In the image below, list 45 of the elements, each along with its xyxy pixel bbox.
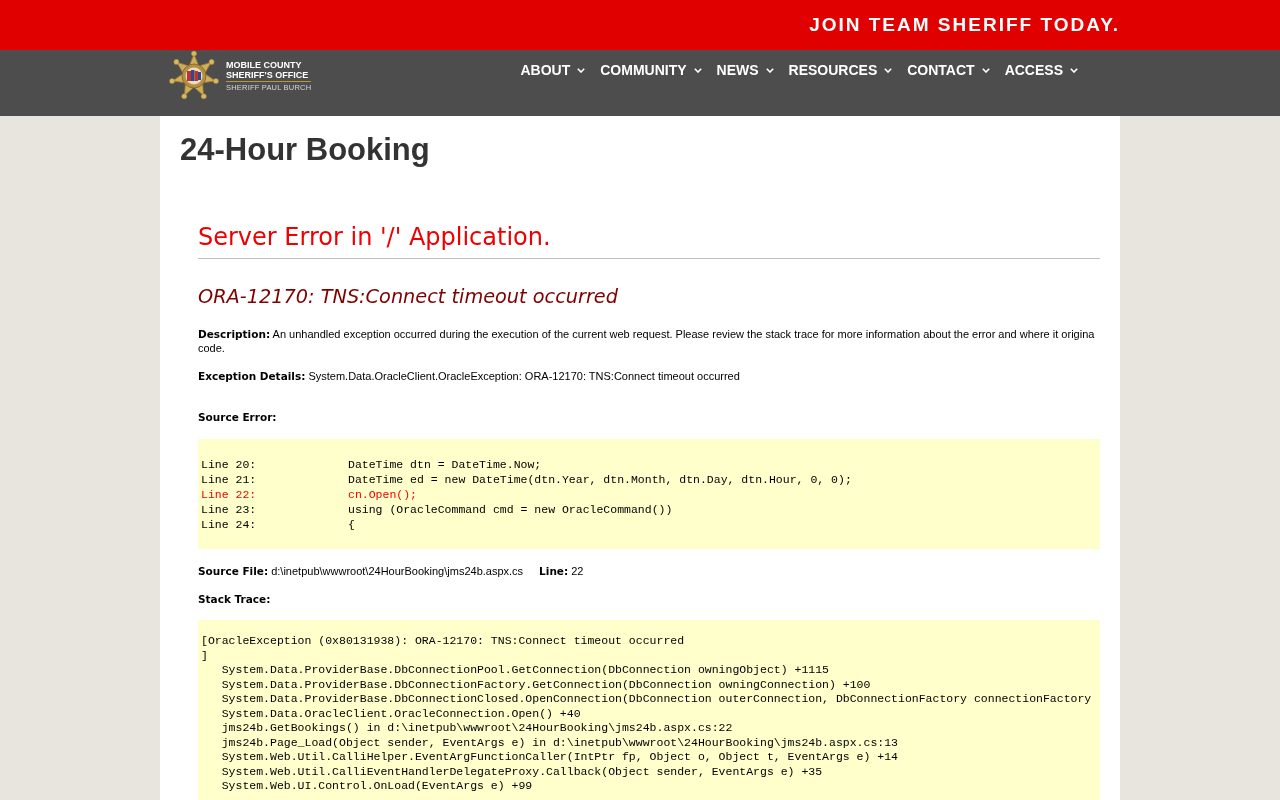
join-team-link[interactable]: JOIN TEAM SHERIFF TODAY. (809, 13, 1120, 37)
line-number: Line 23: (201, 502, 258, 517)
nav-link[interactable]: CONTACT (907, 61, 990, 79)
stack-trace-line: System.Data.OracleClient.OracleConnection.Open() +40 (220, 706, 582, 721)
source-file-path: Source File: d:\inetpub\wwwroot\24HourBooking\jms24b.aspx.cs (198, 564, 524, 578)
chevron-down-icon (693, 67, 702, 73)
chevron-down-icon (1070, 67, 1078, 73)
line-number: Line 24: (201, 517, 258, 532)
stack-trace-line: System.Web.Util.CalliEventHandlerDelegateProxy.Callback(Object sender, EventArgs e) +35 (220, 764, 824, 779)
stack-trace-line: jms24b.GetBookings() in d:\inetpub\wwwroot\24HourBooking\jms24b.aspx.cs:22 (220, 721, 734, 736)
code-line: using (OracleCommand cmd = new OracleCommand()) (348, 502, 673, 517)
section-label: Stack Trace: (198, 592, 272, 606)
exception-details: Exception Details: System.Data.OracleClient.OracleException: ORA-12170: TNS:Connect timeout occurred (198, 369, 741, 383)
nav-link[interactable]: NEWS (716, 61, 774, 79)
star-badge-icon (168, 50, 220, 102)
stack-trace-line: System.Data.ProviderBase.DbConnectionPool.GetConnection(DbConnection owningObject) +1115 (220, 663, 830, 678)
stack-trace-line: [OracleException (0x80131938): ORA-12170: TNS:Connect timeout occurred (201, 634, 686, 649)
nav-link[interactable]: RESOURCES (788, 61, 893, 79)
chevron-down-icon (884, 67, 893, 73)
stack-trace-line: jms24b.Page_Load(Object sender, EventArgs e) in d:\inetpub\wwwroot\24HourBooking\jms24b.aspx.cs:13 (220, 735, 899, 750)
source-line-number: Line: 22 (539, 564, 584, 578)
code-line: { (348, 517, 355, 532)
stack-trace-line: System.Web.Util.CalliHelper.EventArgFunctionCaller(IntPtr fp, Object o, Object t, EventArgs e) +14 (220, 750, 899, 765)
stack-trace-line: ] (201, 648, 209, 663)
nav-link[interactable]: COMMUNITY (600, 61, 702, 79)
agency-name: MOBILE COUNTY SHERIFF'S OFFICE (226, 59, 312, 82)
line-number: Line 22: (201, 487, 258, 502)
stack-trace-line: System.Data.ProviderBase.DbConnectionFactory.GetConnection(DbConnection owningConnection) +100 (220, 677, 872, 692)
stack-trace-line: System.Data.ProviderBase.DbConnectionClosed.OpenConnection(DbConnection outerConnection, DbConnectionFactory connectionFactory (220, 692, 1093, 707)
nav-link[interactable]: ABOUT (520, 61, 586, 79)
page-title: 24-Hour Booking (180, 132, 431, 168)
error-message: ORA-12170: TNS:Connect timeout occurred (198, 285, 619, 309)
chevron-down-icon (765, 67, 774, 73)
error-heading: Server Error in '/' Application. (198, 223, 552, 251)
code-line: DateTime dtn = DateTime.Now; (348, 457, 542, 472)
chevron-down-icon (981, 67, 990, 73)
chevron-down-icon (577, 67, 586, 73)
stack-trace-line: System.Web.UI.Control.OnLoad(EventArgs e) +99 (220, 779, 534, 794)
nav-link[interactable]: ACCESS (1004, 61, 1078, 79)
code-line: DateTime ed = new DateTime(dtn.Year, dtn.Month, dtn.Day, dtn.Hour, 0, 0); (348, 472, 852, 487)
code-line: cn.Open(); (348, 487, 417, 502)
line-number: Line 20: (201, 457, 258, 472)
error-description: Description: An unhandled exception occurred during the execution of the current web request. Please review the stack trace for more information about the error and where it origina code. (198, 327, 1096, 355)
section-label: Source Error: (198, 410, 278, 424)
line-number: Line 21: (201, 472, 258, 487)
